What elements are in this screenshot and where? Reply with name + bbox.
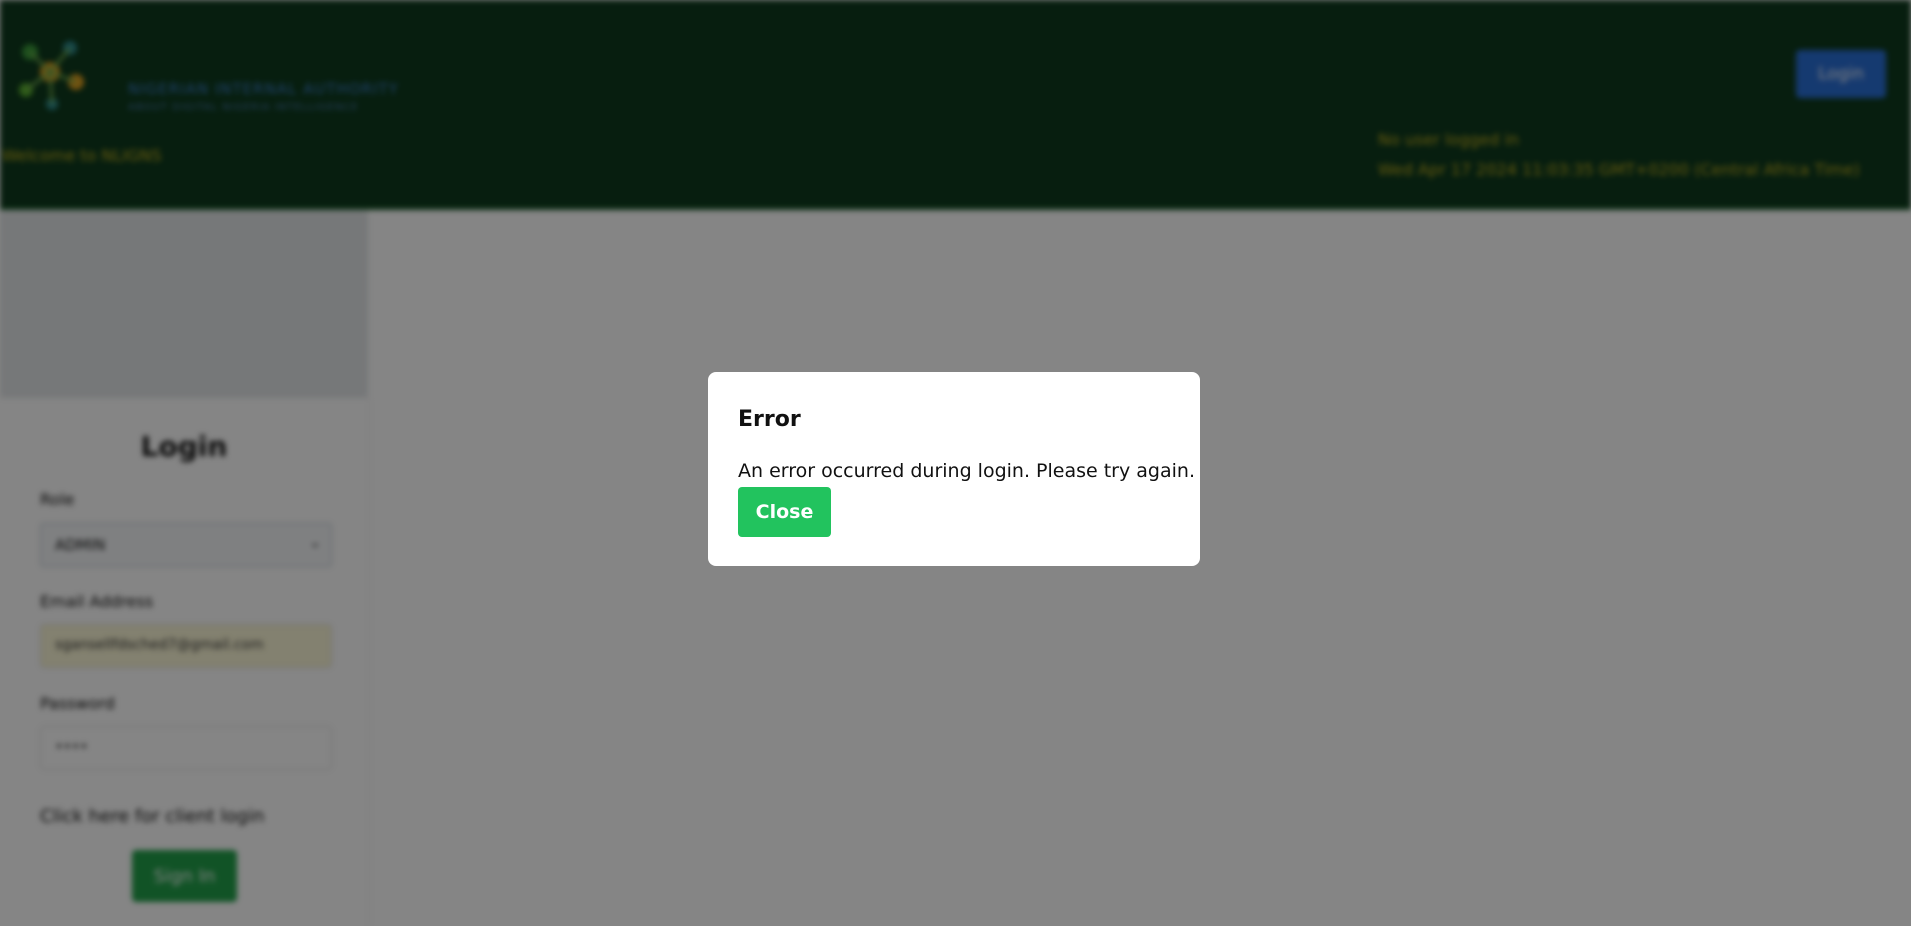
dialog-message: An error occurred during login. Please t… (738, 460, 1195, 482)
dialog-title: Error (738, 407, 801, 432)
close-button[interactable]: Close (738, 487, 831, 537)
error-dialog: Error An error occurred during login. Pl… (708, 372, 1200, 566)
